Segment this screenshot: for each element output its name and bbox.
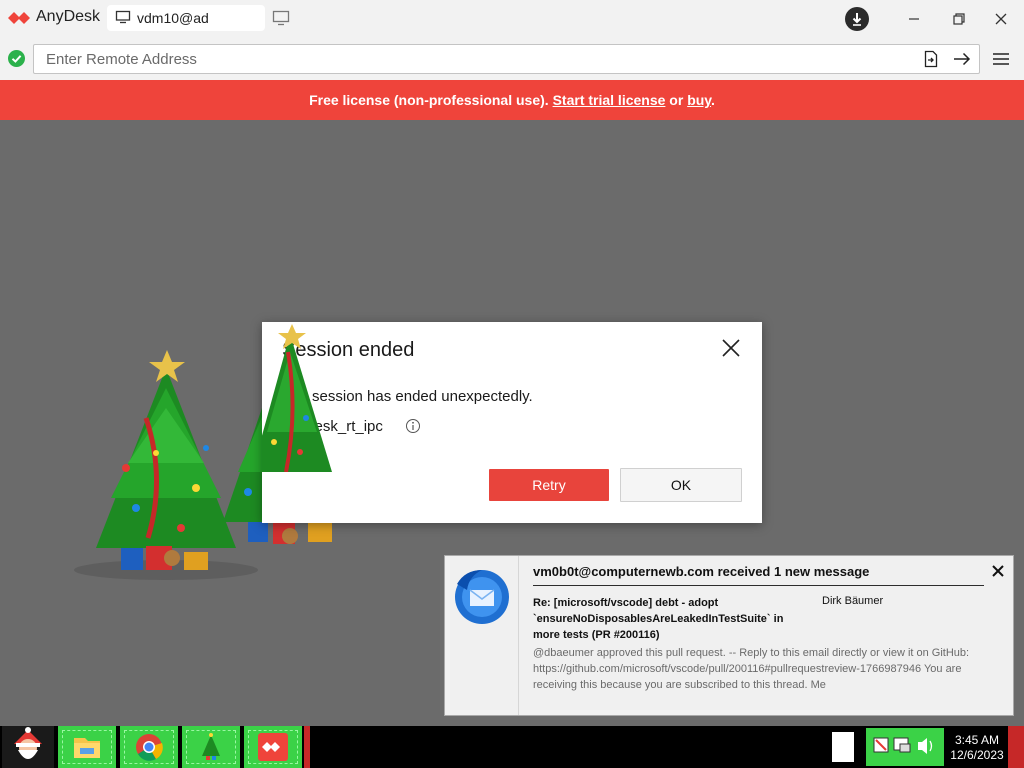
banner-text: Free license (non-professional use). <box>309 92 549 108</box>
close-icon[interactable] <box>720 337 742 359</box>
arrow-right-icon[interactable] <box>952 50 972 68</box>
hamburger-menu-icon[interactable] <box>990 49 1012 69</box>
close-icon[interactable] <box>990 8 1012 30</box>
close-icon[interactable] <box>991 564 1005 578</box>
anydesk-logo-icon <box>8 12 30 24</box>
buy-link[interactable]: buy <box>687 92 711 108</box>
start-trial-link[interactable]: Start trial license <box>553 92 666 108</box>
minimize-icon[interactable] <box>903 8 925 30</box>
error-code: anydesk_rt_ipc <box>282 418 383 435</box>
mail-sender: Dirk Bäumer <box>822 595 884 607</box>
taskbar-christmas-tree[interactable] <box>182 726 240 768</box>
status-ok-icon <box>8 50 25 67</box>
clock-time[interactable]: 3:45 AM <box>948 733 1006 747</box>
taskbar-separator <box>304 726 310 768</box>
dialog-message: The session has ended unexpectedly. <box>282 388 533 405</box>
maximize-icon[interactable] <box>948 8 970 30</box>
notification-divider <box>533 585 984 586</box>
taskbar-anydesk[interactable] <box>244 726 302 768</box>
notification-title: vm0b0t@computernewb.com received 1 new m… <box>533 564 870 579</box>
santa-start-icon <box>14 727 42 759</box>
show-desktop-button[interactable] <box>1008 726 1024 768</box>
download-button[interactable] <box>845 7 869 31</box>
taskbar-blank-tile[interactable] <box>832 732 854 762</box>
download-icon <box>852 13 862 26</box>
title-bar: AnyDesk vdm10@ad <box>0 0 1024 38</box>
tab-session[interactable]: vdm10@ad <box>107 5 265 31</box>
mail-subject: Re: [microsoft/vscode] debt - adopt `ens… <box>533 597 784 641</box>
new-tab-icon[interactable] <box>272 10 290 26</box>
session-ended-dialog: Session ended The session has ended unex… <box>262 322 762 523</box>
start-button[interactable] <box>2 726 54 768</box>
banner-suffix: . <box>711 92 715 108</box>
monitor-icon <box>115 10 131 24</box>
banner-or: or <box>669 92 684 108</box>
clock-date[interactable]: 12/6/2023 <box>948 748 1006 762</box>
ok-button[interactable]: OK <box>620 468 742 502</box>
license-banner: Free license (non-professional use). Sta… <box>0 80 1024 120</box>
address-bar <box>0 38 1024 80</box>
taskbar-file-explorer[interactable] <box>58 726 116 768</box>
dialog-title: Session ended <box>282 339 415 361</box>
taskbar: 3:45 AM 12/6/2023 <box>0 726 1024 768</box>
mail-preview: @dbaeumer approved this pull request. --… <box>533 647 970 691</box>
notification-icon-column <box>445 556 519 715</box>
system-tray[interactable] <box>866 728 944 766</box>
mail-notification[interactable]: vm0b0t@computernewb.com received 1 new m… <box>444 555 1014 716</box>
file-transfer-icon[interactable] <box>922 50 940 68</box>
info-icon[interactable] <box>405 418 421 434</box>
taskbar-chrome[interactable] <box>120 726 178 768</box>
remote-address-input[interactable] <box>33 44 980 74</box>
app-name: AnyDesk <box>36 8 101 25</box>
retry-button[interactable]: Retry <box>489 469 609 501</box>
tray-icons <box>873 737 933 754</box>
thunderbird-icon <box>455 570 509 624</box>
tab-label: vdm10@ad <box>137 10 209 26</box>
